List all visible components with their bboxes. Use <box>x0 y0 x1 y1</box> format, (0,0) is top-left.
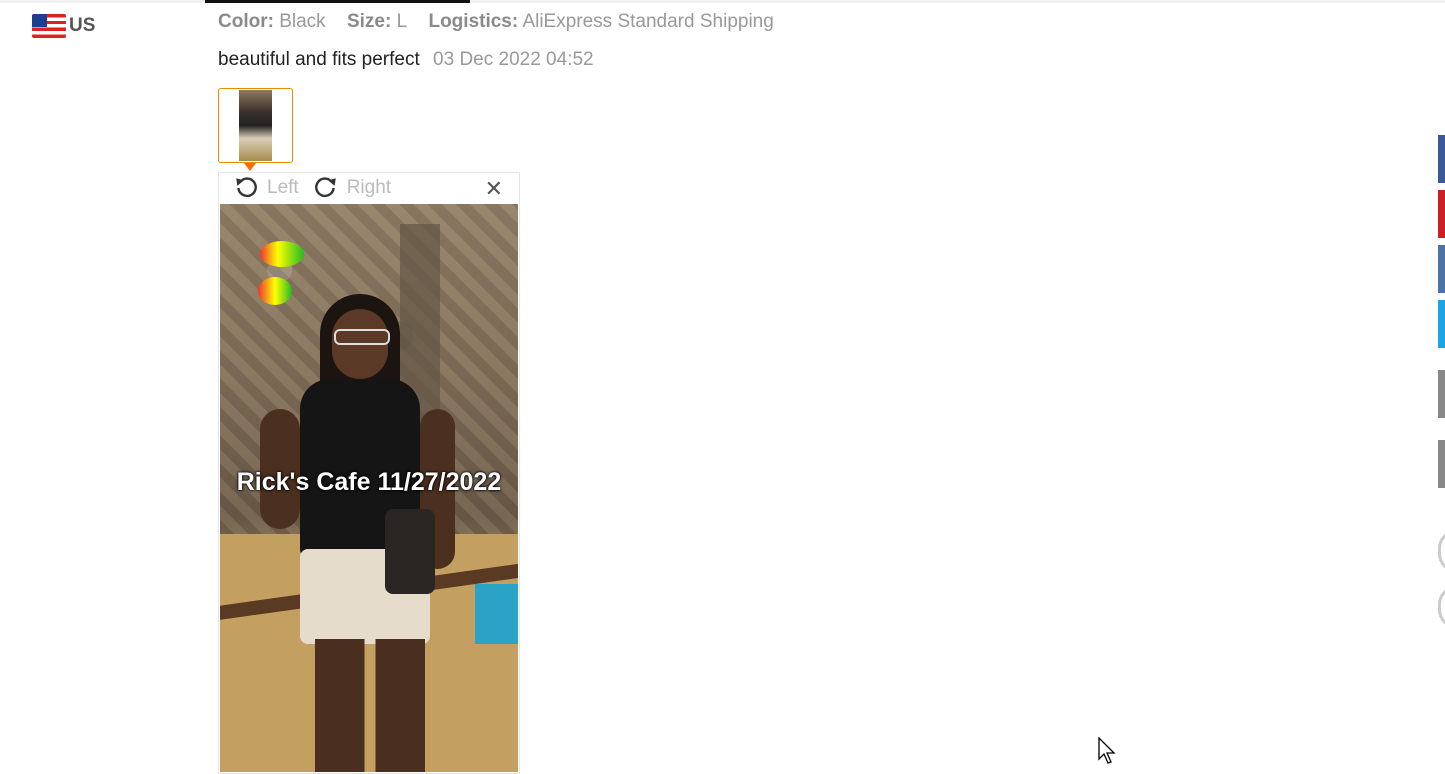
rotate-left-button[interactable]: Left <box>233 175 299 201</box>
share-pinterest-button[interactable] <box>1438 190 1445 238</box>
reviewer-country: US <box>32 14 95 38</box>
share-twitter-button[interactable] <box>1438 300 1445 348</box>
country-code: US <box>69 15 96 36</box>
side-circle-button[interactable] <box>1438 530 1445 572</box>
side-circle-button[interactable] <box>1438 586 1445 628</box>
rotate-right-button[interactable]: Right <box>313 175 391 201</box>
review-photo-thumbnail[interactable] <box>218 88 293 163</box>
color-value: Black <box>279 11 326 32</box>
logistics-value: AliExpress Standard Shipping <box>522 11 774 32</box>
active-tab-indicator <box>205 0 470 3</box>
photo-caption: Rick's Cafe 11/27/2022 <box>236 468 502 496</box>
rotate-right-icon <box>314 177 336 198</box>
reserved-sign <box>260 241 304 267</box>
side-tool-button[interactable] <box>1438 370 1445 418</box>
review-sku-info: Color: Black Size: L Logistics: AliExpre… <box>218 11 790 33</box>
side-tool-button[interactable] <box>1438 440 1445 488</box>
share-vk-button[interactable] <box>1438 245 1445 293</box>
size-value: L <box>396 11 408 32</box>
rotate-right-label: Right <box>346 177 392 198</box>
review-text: beautiful and fits perfect <box>218 49 420 70</box>
thumbnail-image <box>239 90 272 161</box>
viewer-toolbar: Left Right ✕ <box>219 173 519 203</box>
flag-us-icon <box>32 14 66 38</box>
mouse-cursor-icon <box>1098 736 1118 770</box>
share-facebook-button[interactable] <box>1438 135 1445 183</box>
review-date: 03 Dec 2022 04:52 <box>433 49 594 70</box>
color-label: Color: <box>218 11 274 32</box>
size-label: Size: <box>346 11 392 32</box>
logistics-label: Logistics: <box>428 11 519 32</box>
photo-viewer: Left Right ✕ Rick's Cafe 11/27/2022 <box>218 172 520 774</box>
person-figure <box>260 279 460 772</box>
rotate-left-icon <box>236 177 257 198</box>
thumbnail-selected-caret <box>244 163 256 171</box>
rotate-left-label: Left <box>267 177 299 198</box>
close-icon[interactable]: ✕ <box>485 176 503 202</box>
review-photo: Rick's Cafe 11/27/2022 <box>220 204 518 772</box>
review-body: beautiful and fits perfect 03 Dec 2022 0… <box>218 49 594 71</box>
